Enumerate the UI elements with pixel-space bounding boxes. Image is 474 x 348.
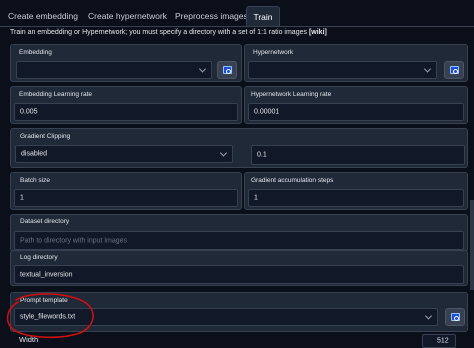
scrollbar[interactable] xyxy=(470,200,474,290)
red-circle-annotation xyxy=(6,293,94,339)
